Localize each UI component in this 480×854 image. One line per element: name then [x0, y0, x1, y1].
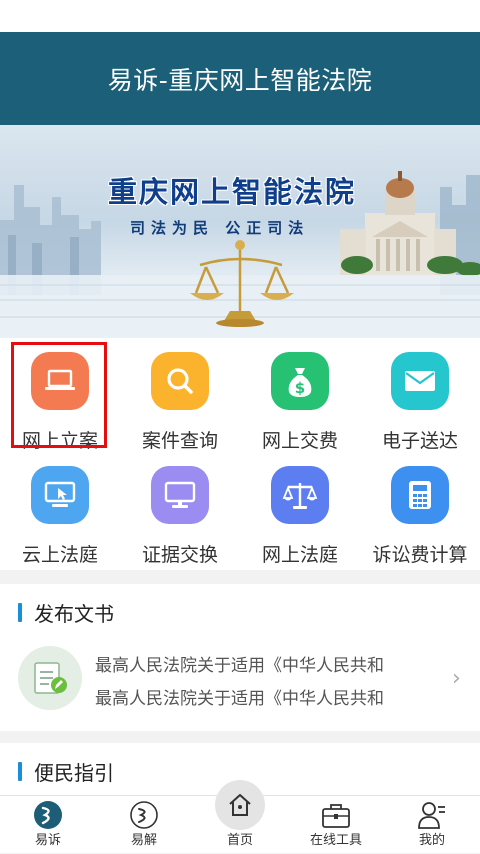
tab-label: 首页	[226, 833, 253, 848]
tab-yijie[interactable]: 易解	[108, 796, 180, 854]
app-title: 易诉-重庆网上智能法院	[0, 32, 480, 125]
guide-header: 便民指引	[18, 758, 114, 785]
grid-item-label: 电子送达	[381, 430, 458, 452]
svg-text:$: $	[295, 379, 305, 397]
banner[interactable]: 重庆网上智能法院 司法为民 公正司法	[0, 125, 480, 338]
monitor-cursor-icon	[31, 466, 89, 524]
grid-item-label: 网上立案	[21, 430, 98, 452]
document-list-item[interactable]: 最高人民法院关于适用《中华人民共和	[95, 684, 384, 709]
mail-icon	[391, 352, 449, 410]
grid-item-case-query[interactable]: 案件查询	[120, 338, 240, 454]
monitor-icon	[151, 466, 209, 524]
tab-online-tools[interactable]: 在线工具	[300, 796, 372, 854]
scales-icon	[271, 466, 329, 524]
banner-slogan: 司法为民 公正司法	[130, 219, 310, 237]
function-grid: 网上立案 案件查询 $ 网上交费 电子送达 云上法庭 证据交换 网上法庭 诉讼费…	[0, 338, 480, 570]
tab-label: 我的	[418, 833, 445, 848]
tab-yisu[interactable]: 易诉	[12, 796, 84, 854]
grid-item-label: 网上交费	[261, 430, 338, 452]
banner-title: 重庆网上智能法院	[108, 175, 357, 209]
grid-item-e-delivery[interactable]: 电子送达	[360, 338, 480, 454]
documents-header: 发布文书	[18, 599, 114, 626]
chevron-right-icon[interactable]: ›	[452, 666, 461, 691]
grid-item-label: 诉讼费计算	[372, 544, 468, 566]
grid-item-label: 网上法庭	[261, 544, 338, 566]
tab-label: 易解	[130, 833, 157, 848]
grid-item-fee-calculator[interactable]: 诉讼费计算	[360, 454, 480, 570]
documents-title: 发布文书	[34, 601, 114, 626]
section-accent-bar	[18, 761, 22, 781]
calculator-icon	[391, 466, 449, 524]
grid-item-online-court[interactable]: 网上法庭	[240, 454, 360, 570]
laptop-icon	[31, 352, 89, 410]
grid-item-label: 证据交换	[141, 544, 218, 566]
home-icon[interactable]	[215, 780, 265, 830]
grid-item-online-payment[interactable]: $ 网上交费	[240, 338, 360, 454]
grid-item-label: 案件查询	[141, 430, 218, 452]
grid-item-evidence-exchange[interactable]: 证据交换	[120, 454, 240, 570]
guide-title: 便民指引	[34, 760, 114, 785]
tab-label: 易诉	[34, 833, 61, 848]
money-bag-icon: $	[271, 352, 329, 410]
grid-item-cloud-court[interactable]: 云上法庭	[0, 454, 120, 570]
grid-item-label: 云上法庭	[21, 544, 98, 566]
grid-item-online-filing[interactable]: 网上立案	[0, 338, 120, 454]
section-accent-bar	[18, 602, 22, 622]
tab-mine[interactable]: 我的	[396, 796, 468, 854]
tab-label: 在线工具	[309, 833, 362, 848]
document-list-item[interactable]: 最高人民法院关于适用《中华人民共和	[95, 651, 384, 676]
status-bar	[0, 0, 480, 32]
document-edit-icon	[18, 646, 82, 710]
search-icon	[151, 352, 209, 410]
